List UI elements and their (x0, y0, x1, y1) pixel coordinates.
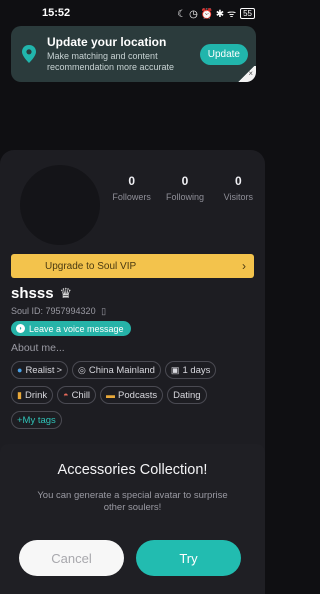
tag-drink[interactable]: ▮ Drink (11, 386, 54, 404)
status-icons: ☾ ◷ ⏰ ✱ ᯤ 55 (177, 6, 255, 20)
accessories-modal: Accessories Collection! You can generate… (0, 444, 265, 594)
tag-label: Dating (173, 389, 201, 401)
location-banner-subtitle: Make matching and content recommendation… (47, 51, 175, 72)
tag-label: Drink (24, 389, 48, 401)
location-icon: ◎ (78, 364, 86, 375)
status-time: 15:52 (42, 7, 71, 19)
vip-upgrade-label: Upgrade to Soul VIP (45, 260, 137, 272)
cancel-button[interactable]: Cancel (19, 540, 124, 576)
voice-message-button[interactable]: ◗ Leave a voice message (11, 321, 131, 336)
copy-icon[interactable]: ▯ (101, 306, 106, 316)
tag-dating[interactable]: Dating (167, 386, 207, 404)
soul-id-row: Soul ID: 7957994320 ▯ (11, 306, 106, 317)
stat-label: Following (165, 192, 204, 202)
chill-icon: ◓ (63, 390, 69, 400)
tag-podcasts[interactable]: ▬ Podcasts (100, 386, 164, 404)
tag-chill[interactable]: ◓ Chill (57, 386, 97, 404)
tag-label: Realist (25, 364, 55, 376)
vip-upgrade-banner[interactable]: Upgrade to Soul VIP › (11, 254, 254, 278)
status-icon-strip: ☾ ◷ ⏰ ✱ ᯤ (177, 9, 237, 20)
radio-icon: ▬ (106, 390, 116, 400)
soul-id: Soul ID: 7957994320 (11, 306, 96, 316)
username-row: shsss ♛ (11, 285, 72, 302)
tag-realist[interactable]: ● Realist > (11, 361, 69, 379)
globe-icon: ● (17, 365, 23, 375)
tag-days[interactable]: ▣ 1 days (164, 361, 217, 379)
tag-label: Podcasts (118, 389, 158, 401)
add-tags-button[interactable]: +My tags (11, 411, 62, 429)
tag-label: 1 days (182, 364, 211, 376)
stat-value: 0 (181, 174, 189, 188)
update-location-button[interactable]: Update (199, 43, 248, 65)
modal-description: You can generate a special avatar to sur… (37, 490, 228, 513)
voice-icon: ◗ (16, 324, 25, 333)
tag-row: +My tags (11, 411, 256, 429)
battery-icon: 55 (240, 7, 255, 19)
username: shsss (11, 285, 54, 302)
tag-label: +My tags (17, 414, 56, 426)
stat-value: 0 (128, 174, 135, 188)
status-bar: 15:52 ☾ ◷ ⏰ ✱ ᯤ 55 (0, 0, 265, 26)
stat-label: Visitors (223, 192, 253, 202)
drink-icon: ▮ (17, 389, 22, 400)
calendar-icon: ▣ (170, 364, 180, 375)
stat-visitors[interactable]: 0 Visitors (212, 174, 265, 202)
stat-following[interactable]: 0 Following (158, 174, 211, 202)
tag-list: ● Realist > ◎ China Mainland ▣ 1 days ▮ … (11, 361, 256, 436)
modal-buttons: Cancel Try (19, 540, 241, 576)
stat-followers[interactable]: 0 Followers (105, 174, 158, 202)
tag-location[interactable]: ◎ China Mainland (72, 361, 161, 379)
banner-close-icon[interactable]: × (236, 66, 256, 82)
tag-label: Chill (71, 389, 91, 401)
crown-icon[interactable]: ♛ (60, 285, 73, 302)
avatar[interactable] (20, 165, 100, 245)
modal-title: Accessories Collection! (57, 462, 208, 478)
stat-value: 0 (234, 174, 242, 188)
location-banner-title: Update your location (47, 35, 167, 49)
profile-stats: 0 Followers 0 Following 0 Visitors (105, 174, 265, 202)
tag-row: ▮ Drink ◓ Chill ▬ Podcasts Dating (11, 386, 256, 404)
voice-message-label: Leave a voice message (29, 323, 124, 334)
try-button[interactable]: Try (136, 540, 241, 576)
chevron-right-icon: > (56, 364, 63, 376)
tag-label: China Mainland (88, 364, 155, 376)
location-banner-text: Update your location Make matching and c… (47, 35, 196, 73)
location-pin-icon (22, 45, 36, 63)
tag-row: ● Realist > ◎ China Mainland ▣ 1 days (11, 361, 256, 379)
location-banner[interactable]: Update your location Make matching and c… (11, 26, 256, 82)
about-me[interactable]: About me... (11, 342, 65, 354)
chevron-right-icon: › (242, 259, 246, 273)
stat-label: Followers (112, 192, 151, 202)
